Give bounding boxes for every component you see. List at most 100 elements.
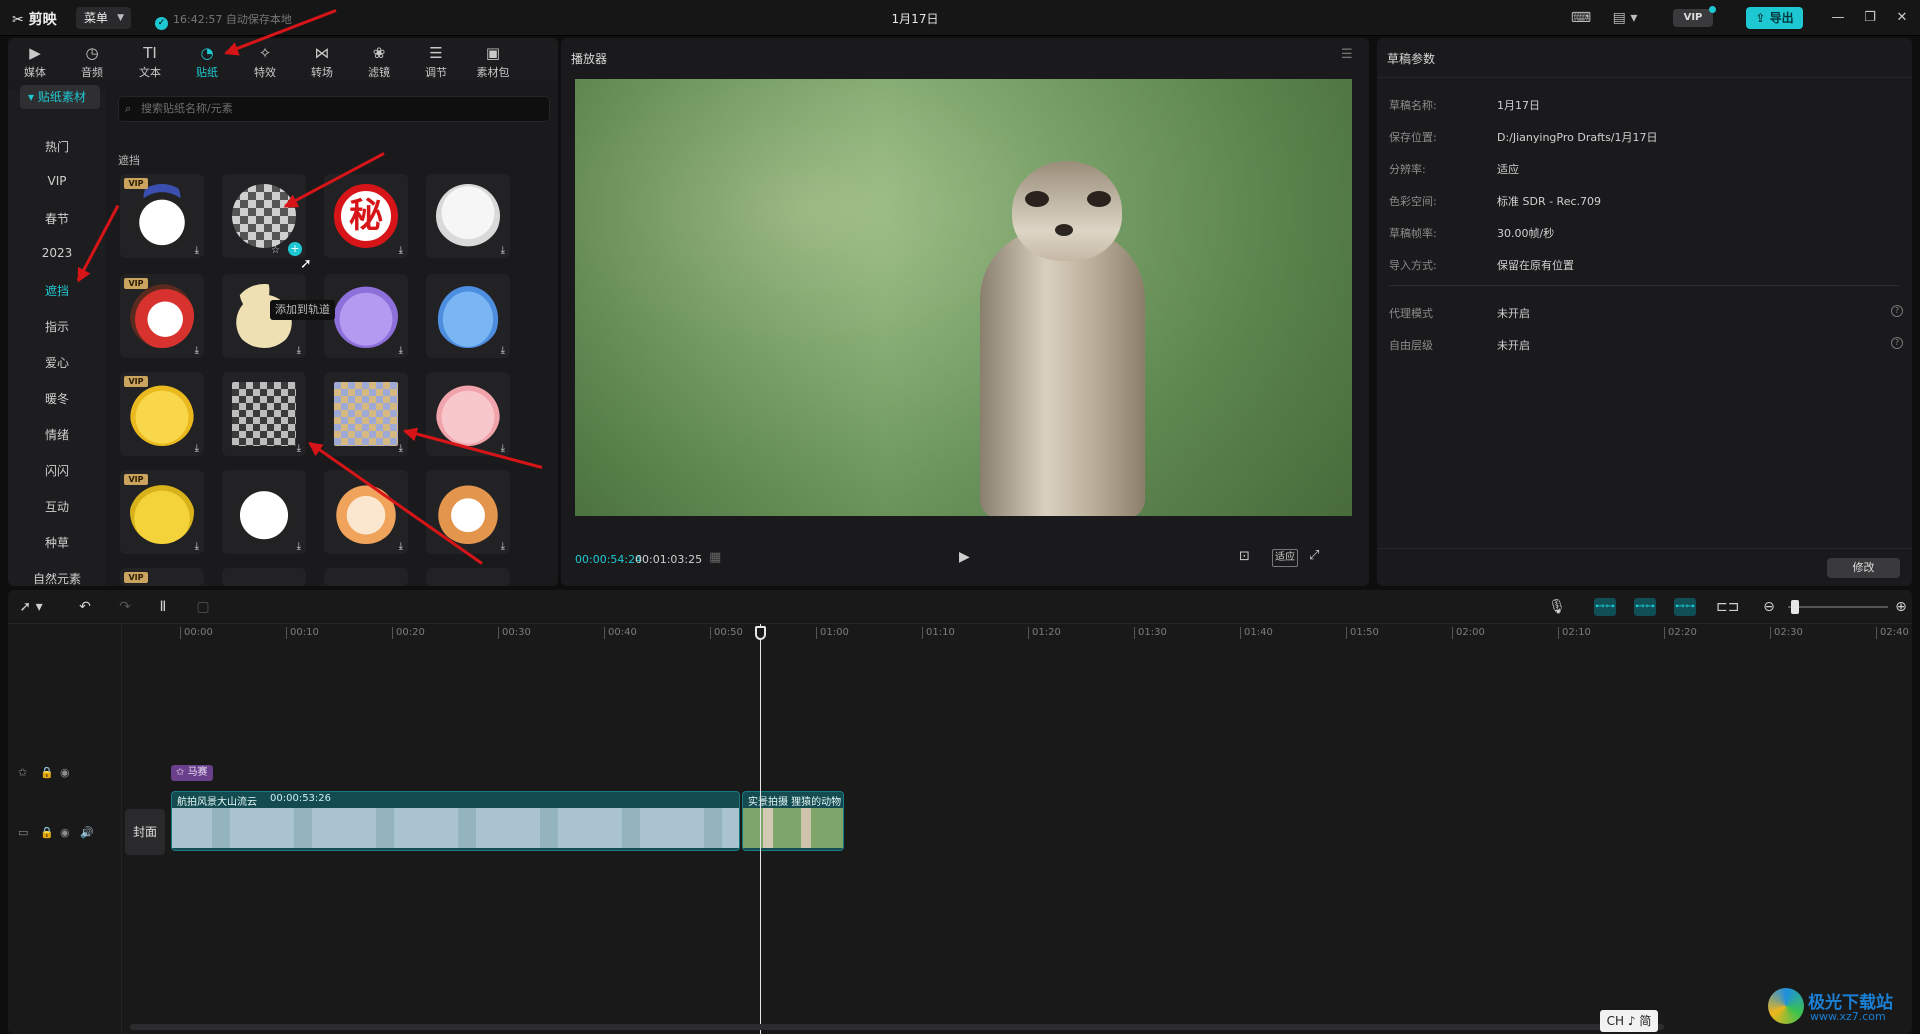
lock-icon[interactable]: 🔒	[40, 766, 54, 779]
purple-cat-sticker[interactable]: ⤓	[324, 274, 408, 358]
player-menu-icon[interactable]: ☰	[1341, 47, 1353, 62]
zoom-slider-handle[interactable]	[1791, 600, 1799, 614]
video-preview[interactable]	[575, 79, 1352, 516]
layout-icon[interactable]: ▤ ▾	[1608, 8, 1642, 28]
pig-sticker[interactable]: ⤓	[426, 372, 510, 456]
panda-sticker[interactable]: ⤓	[222, 470, 306, 554]
category-item[interactable]: 爱心	[8, 354, 106, 371]
auto-snap-icon[interactable]: ⊷⊶	[1634, 598, 1656, 616]
export-button[interactable]: ⇪ 导出	[1746, 7, 1803, 29]
restore-icon[interactable]: ❐	[1860, 8, 1880, 28]
aspect-ratio-button[interactable]: 适应	[1272, 549, 1298, 567]
sticker-partial[interactable]	[324, 568, 408, 586]
playhead[interactable]	[760, 624, 761, 1034]
download-icon[interactable]: ⤓	[195, 541, 199, 552]
download-icon[interactable]: ⤓	[399, 443, 403, 454]
tab-text[interactable]: TI 文本	[125, 40, 175, 80]
sticker-partial[interactable]	[222, 568, 306, 586]
category-item[interactable]: 种草	[8, 534, 106, 551]
vip-badge[interactable]: VIP	[1673, 6, 1716, 27]
linkage-icon[interactable]: ⊷⊶	[1674, 598, 1696, 616]
main-track-magnet-icon[interactable]: ⊷⊶	[1594, 598, 1616, 616]
help-icon[interactable]: ?	[1891, 305, 1903, 317]
yellow-chick-sticker[interactable]: VIP ⤓	[120, 372, 204, 456]
snoopy-sticker[interactable]: VIP ⤓	[120, 174, 204, 258]
download-icon[interactable]: ⤓	[501, 443, 505, 454]
category-item[interactable]: 指示	[8, 318, 106, 335]
keyboard-icon[interactable]: ⌨	[1570, 8, 1592, 28]
mosaic-circle-sticker[interactable]: ☆ +	[222, 174, 306, 258]
play-icon[interactable]: ▶	[959, 549, 970, 565]
eye-icon[interactable]: ◉	[60, 826, 70, 839]
zoom-slider[interactable]	[1788, 606, 1888, 608]
tab-media[interactable]: ▶ 媒体	[10, 40, 60, 80]
redo-icon[interactable]: ↷	[116, 598, 134, 616]
menu-button[interactable]: 菜单 ▼	[76, 7, 131, 29]
shiba-sticker[interactable]: ⤓	[426, 470, 510, 554]
speaker-icon[interactable]: 🔊	[80, 826, 94, 839]
screenshot-icon[interactable]: ⊡	[1239, 549, 1250, 564]
download-icon[interactable]: ⤓	[195, 345, 199, 356]
download-icon[interactable]: ⤓	[195, 245, 199, 256]
category-item[interactable]: 闪闪	[8, 462, 106, 479]
video-clip-landscape[interactable]: 航拍风景大山流云 00:00:53:26	[171, 791, 740, 851]
star-icon[interactable]: ☆	[271, 245, 280, 256]
duck-sticker[interactable]: VIP ⤓	[120, 274, 204, 358]
preview-axis-icon[interactable]: ⊏⊐	[1716, 598, 1739, 616]
fullscreen-icon[interactable]: ⤢	[1309, 548, 1319, 563]
sticker-partial[interactable]	[426, 568, 510, 586]
category-item-active[interactable]: 遮挡	[8, 282, 106, 299]
zoom-out-icon[interactable]: ⊖	[1760, 598, 1778, 616]
playhead-handle[interactable]	[755, 626, 766, 640]
category-item[interactable]: 热门	[8, 138, 106, 155]
tab-audio[interactable]: ◷ 音频	[67, 40, 117, 80]
split-icon[interactable]: Ⅱ	[154, 598, 172, 616]
microphone-icon[interactable]: 🎙	[1548, 598, 1566, 616]
category-item[interactable]: 春节	[8, 210, 106, 227]
download-icon[interactable]: ⤓	[501, 245, 505, 256]
delete-icon[interactable]: ▢	[194, 598, 212, 616]
zoom-in-icon[interactable]: ⊕	[1892, 598, 1910, 616]
color-mosaic-sticker[interactable]: ⤓	[324, 372, 408, 456]
tab-adjust[interactable]: ☰ 调节	[411, 40, 461, 80]
undo-icon[interactable]: ↶	[76, 598, 94, 616]
category-item[interactable]: 暖冬	[8, 390, 106, 407]
select-tool-icon[interactable]: ➚ ▾	[14, 598, 48, 616]
category-item[interactable]: 情绪	[8, 426, 106, 443]
mosaic-square-sticker[interactable]: ⤓	[222, 372, 306, 456]
puppy-sticker[interactable]: ⤓	[426, 174, 510, 258]
pear-sticker[interactable]: VIP ⤓	[120, 470, 204, 554]
lock-icon[interactable]: 🔒	[40, 826, 54, 839]
help-icon[interactable]: ?	[1891, 337, 1903, 349]
close-icon[interactable]: ✕	[1892, 8, 1912, 28]
timeline-grid-icon[interactable]: ▦	[709, 550, 721, 565]
category-item[interactable]: 互动	[8, 498, 106, 515]
download-icon[interactable]: ⤓	[399, 245, 403, 256]
edit-button[interactable]: 修改	[1827, 558, 1900, 578]
time-ruler[interactable]: 00:00 00:10 00:20 00:30 00:40 00:50 01:0…	[130, 624, 1912, 646]
download-icon[interactable]: ⤓	[399, 541, 403, 552]
blue-cat-sticker[interactable]: ⤓	[426, 274, 510, 358]
sticker-clip[interactable]: ✩ 马赛	[171, 765, 213, 781]
video-clip-meerkat[interactable]: 实景拍摄 狸猿的动物	[742, 791, 844, 851]
category-header[interactable]: ▾ 贴纸素材	[20, 85, 100, 109]
download-icon[interactable]: ⤓	[501, 345, 505, 356]
timeline-scrollbar[interactable]	[130, 1024, 1664, 1030]
download-icon[interactable]: ⤓	[297, 345, 301, 356]
secret-stamp-sticker[interactable]: 秘 ⤓	[324, 174, 408, 258]
category-item[interactable]: 自然元素	[8, 570, 106, 586]
download-icon[interactable]: ⤓	[297, 541, 301, 552]
download-icon[interactable]: ⤓	[501, 541, 505, 552]
tab-filter[interactable]: ❀ 滤镜	[354, 40, 404, 80]
eye-icon[interactable]: ◉	[60, 766, 70, 779]
sticker-partial[interactable]: VIP	[120, 568, 204, 586]
download-icon[interactable]: ⤓	[297, 443, 301, 454]
download-icon[interactable]: ⤓	[399, 345, 403, 356]
tab-package[interactable]: ▣ 素材包	[468, 40, 518, 80]
add-to-track-icon[interactable]: +	[288, 242, 302, 256]
cover-button[interactable]: 封面	[125, 809, 165, 855]
tab-transition[interactable]: ⋈ 转场	[297, 40, 347, 80]
minimize-icon[interactable]: —	[1828, 8, 1848, 28]
sticker-search-input[interactable]: ⌕ 搜索贴纸名称/元素	[118, 96, 550, 122]
category-item[interactable]: VIP	[8, 174, 106, 188]
